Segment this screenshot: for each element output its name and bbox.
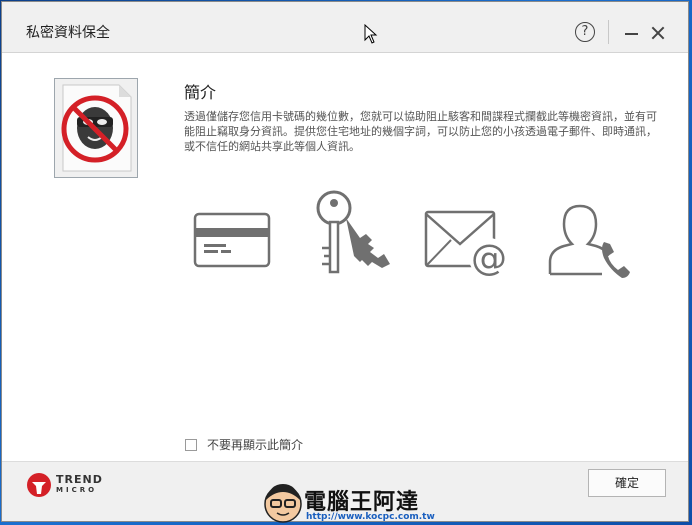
credit-card-icon bbox=[193, 188, 271, 272]
dont-show-again-checkbox[interactable] bbox=[185, 438, 197, 451]
dialog-window: 私密資料保全 ? 簡介 透過僅儲存您信用卡號碼的幾位數，您就可以協助阻止駭客和間… bbox=[1, 1, 689, 522]
titlebar-separator bbox=[608, 20, 609, 44]
help-button[interactable]: ? bbox=[575, 22, 595, 42]
logo-word-micro: MICRO bbox=[56, 486, 98, 494]
window-title: 私密資料保全 bbox=[26, 25, 110, 41]
close-button[interactable] bbox=[645, 20, 671, 46]
svg-text:@: @ bbox=[471, 238, 507, 278]
page-title: 簡介 bbox=[184, 83, 217, 102]
watermark-mascot-icon bbox=[264, 484, 302, 523]
checkbox-label: 不要再顯示此簡介 bbox=[207, 438, 304, 452]
ok-button[interactable]: 確定 bbox=[588, 469, 666, 497]
main-content: 簡介 透過僅儲存您信用卡號碼的幾位數，您就可以協助阻止駭客和間諜程式攔截此等機密… bbox=[2, 53, 688, 461]
watermark: 電腦王阿達 http://www.kocpc.com.tw bbox=[262, 480, 437, 525]
dont-show-again-checkbox-row[interactable]: 不要再顯示此簡介 bbox=[185, 436, 303, 453]
contact-phone-icon bbox=[544, 188, 632, 282]
thief-icon bbox=[54, 78, 138, 178]
trend-micro-logo-icon bbox=[27, 473, 51, 497]
logo-word-trend: TREND bbox=[56, 473, 103, 486]
title-bar[interactable]: 私密資料保全 ? bbox=[2, 2, 688, 53]
keys-icon bbox=[316, 188, 396, 287]
description-text: 透過僅儲存您信用卡號碼的幾位數，您就可以協助阻止駭客和間諜程式攔截此等機密資訊，… bbox=[184, 110, 657, 153]
watermark-url: http://www.kocpc.com.tw bbox=[306, 512, 435, 522]
mouse-cursor-icon bbox=[364, 24, 378, 44]
minimize-button[interactable] bbox=[618, 20, 644, 46]
email-icon: @ bbox=[423, 188, 515, 282]
trend-micro-logo: TREND MICRO bbox=[26, 472, 103, 498]
